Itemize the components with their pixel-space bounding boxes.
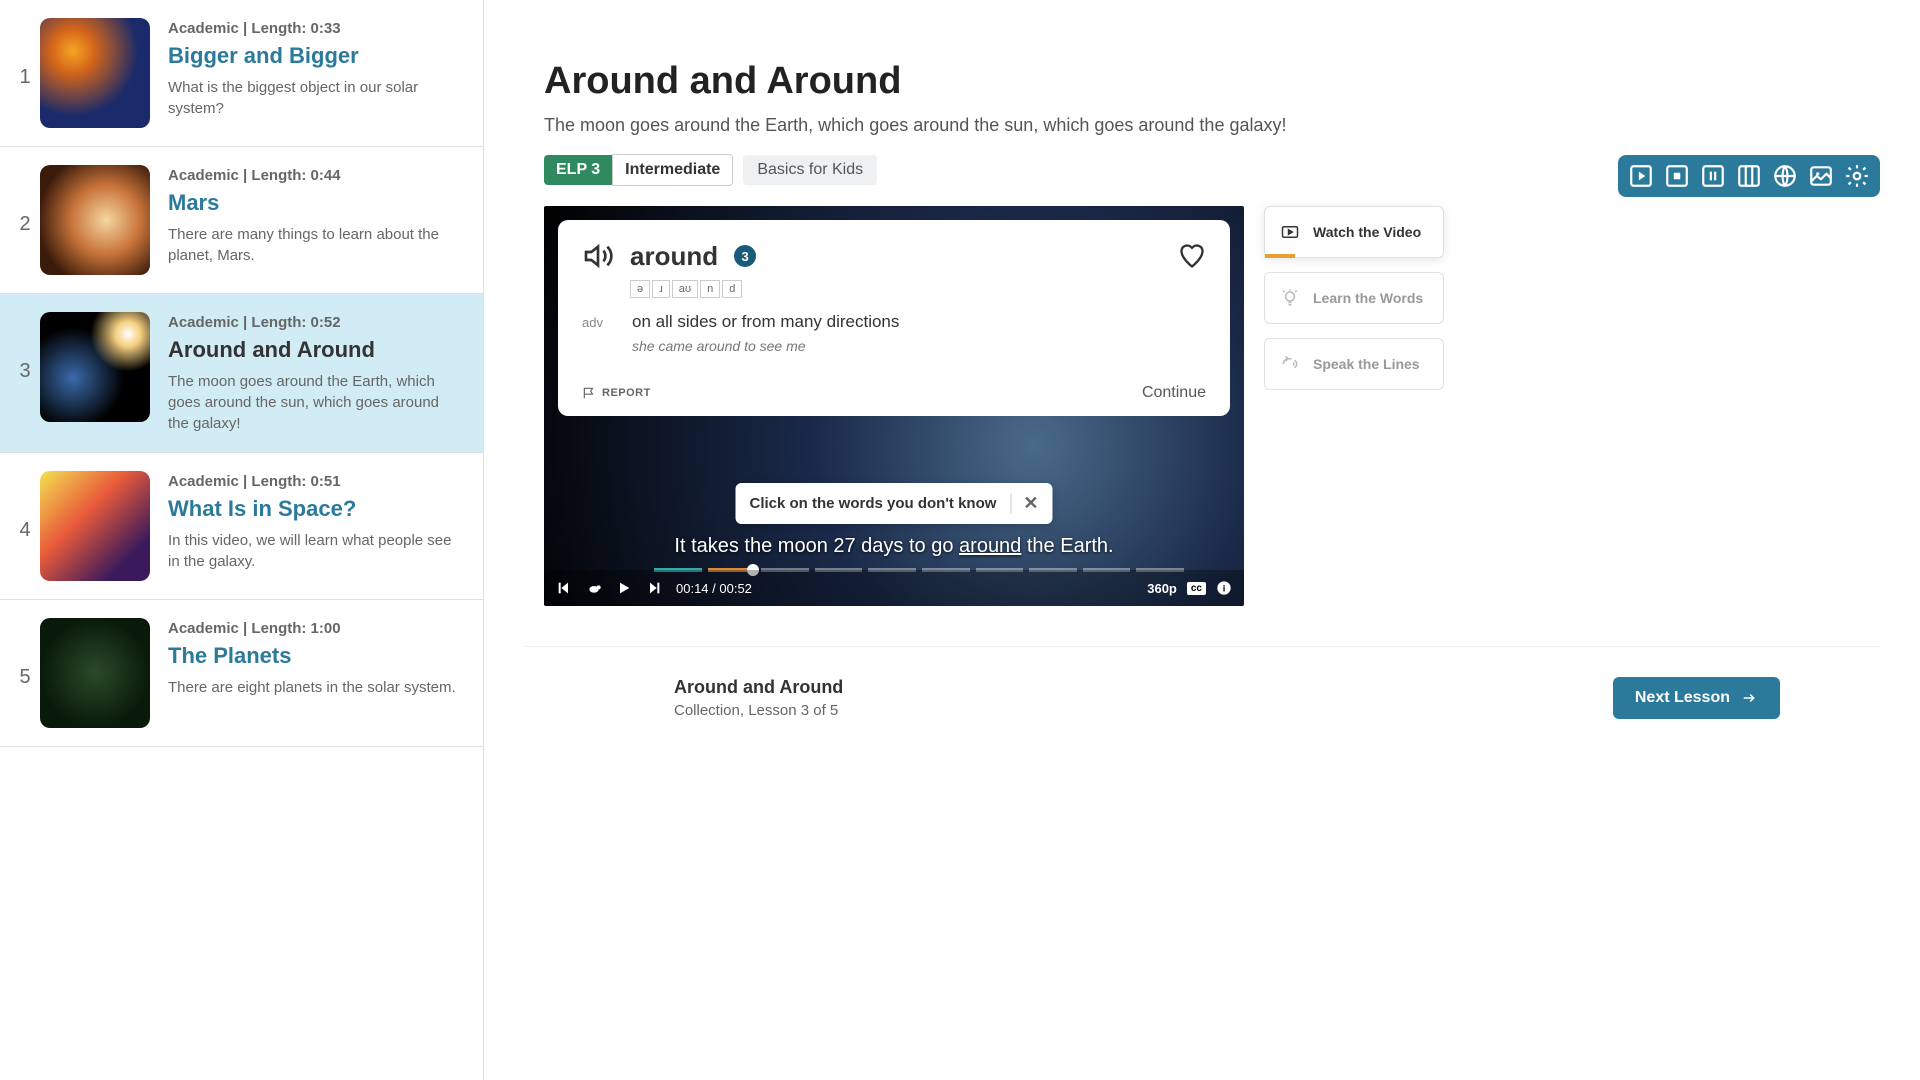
lesson-footer: Around and Around Collection, Lesson 3 o… bbox=[524, 646, 1880, 749]
image-icon[interactable] bbox=[1808, 163, 1834, 189]
video-icon bbox=[1279, 223, 1301, 241]
word-text: around bbox=[630, 241, 718, 272]
lesson-number: 5 bbox=[10, 618, 40, 689]
globe-icon[interactable] bbox=[1772, 163, 1798, 189]
lesson-meta: Academic | Length: 0:44 bbox=[168, 167, 463, 184]
mode-label: Watch the Video bbox=[1313, 224, 1421, 240]
report-label: REPORT bbox=[602, 387, 651, 399]
speak-icon bbox=[1279, 355, 1301, 373]
cc-button[interactable]: cc bbox=[1187, 582, 1206, 595]
lightbulb-icon bbox=[1279, 289, 1301, 307]
video-toolbar bbox=[1618, 155, 1880, 197]
definition: on all sides or from many directions bbox=[632, 312, 899, 332]
lesson-number: 2 bbox=[10, 165, 40, 236]
lesson-description: In this video, we will learn what people… bbox=[168, 530, 463, 572]
hint-tooltip: Click on the words you don't know ✕ bbox=[735, 483, 1052, 524]
footer-subtitle: Collection, Lesson 3 of 5 bbox=[674, 702, 843, 719]
phonetic-char: n bbox=[700, 280, 720, 298]
category-badge[interactable]: Basics for Kids bbox=[743, 155, 877, 185]
lesson-thumbnail bbox=[40, 471, 150, 581]
stop-icon[interactable] bbox=[1664, 163, 1690, 189]
phonetic-char: d bbox=[722, 280, 742, 298]
lesson-thumbnail bbox=[40, 312, 150, 422]
page-title: Around and Around bbox=[544, 60, 1860, 103]
svg-text:i: i bbox=[1223, 583, 1226, 593]
lesson-title: What Is in Space? bbox=[168, 496, 463, 522]
lesson-title: The Planets bbox=[168, 643, 463, 669]
lesson-meta: Academic | Length: 1:00 bbox=[168, 620, 463, 637]
mode-learn-words[interactable]: Learn the Words bbox=[1264, 272, 1444, 324]
lesson-number: 3 bbox=[10, 312, 40, 383]
close-icon[interactable]: ✕ bbox=[1010, 493, 1038, 514]
continue-button[interactable]: Continue bbox=[1142, 384, 1206, 402]
example-sentence: she came around to see me bbox=[632, 338, 1206, 354]
lesson-item-3[interactable]: 3 Academic | Length: 0:52 Around and Aro… bbox=[0, 294, 483, 453]
video-player: around 3 ə ɹ aʊ n d adv bbox=[544, 206, 1244, 606]
lesson-description: There are eight planets in the solar sys… bbox=[168, 677, 463, 698]
lesson-sidebar: 1 Academic | Length: 0:33 Bigger and Big… bbox=[0, 0, 484, 1080]
lesson-number: 1 bbox=[10, 18, 40, 89]
lesson-meta: Academic | Length: 0:52 bbox=[168, 314, 463, 331]
phonetic-char: ə bbox=[630, 280, 650, 298]
video-time: 00:14 / 00:52 bbox=[676, 581, 752, 596]
next-icon[interactable] bbox=[646, 580, 662, 596]
info-icon[interactable]: i bbox=[1216, 580, 1232, 596]
lesson-title: Mars bbox=[168, 190, 463, 216]
lesson-description: The moon goes around the Earth, which go… bbox=[168, 371, 463, 434]
mode-watch-video[interactable]: Watch the Video bbox=[1264, 206, 1444, 258]
mode-label: Learn the Words bbox=[1313, 290, 1423, 306]
elp-badge: ELP 3 bbox=[544, 155, 612, 185]
phonetic-char: aʊ bbox=[672, 280, 698, 298]
lesson-item-4[interactable]: 4 Academic | Length: 0:51 What Is in Spa… bbox=[0, 453, 483, 600]
columns-icon[interactable] bbox=[1736, 163, 1762, 189]
lesson-item-1[interactable]: 1 Academic | Length: 0:33 Bigger and Big… bbox=[0, 0, 483, 147]
lesson-thumbnail bbox=[40, 618, 150, 728]
phonetics: ə ɹ aʊ n d bbox=[630, 280, 1206, 298]
turtle-icon[interactable] bbox=[586, 580, 602, 596]
lesson-title: Around and Around bbox=[168, 337, 463, 363]
lesson-meta: Academic | Length: 0:51 bbox=[168, 473, 463, 490]
report-button[interactable]: REPORT bbox=[582, 386, 651, 400]
lesson-item-2[interactable]: 2 Academic | Length: 0:44 Mars There are… bbox=[0, 147, 483, 294]
lesson-thumbnail bbox=[40, 165, 150, 275]
pause-icon[interactable] bbox=[1700, 163, 1726, 189]
page-subtitle: The moon goes around the Earth, which go… bbox=[544, 115, 1860, 136]
lesson-thumbnail bbox=[40, 18, 150, 128]
next-lesson-button[interactable]: Next Lesson bbox=[1613, 677, 1780, 719]
video-caption[interactable]: It takes the moon 27 days to go around t… bbox=[544, 535, 1244, 558]
level-badge: Intermediate bbox=[612, 154, 733, 186]
lesson-description: What is the biggest object in our solar … bbox=[168, 77, 463, 119]
audio-icon[interactable] bbox=[582, 240, 614, 272]
mode-label: Speak the Lines bbox=[1313, 356, 1420, 372]
prev-icon[interactable] bbox=[556, 580, 572, 596]
lesson-item-5[interactable]: 5 Academic | Length: 1:00 The Planets Th… bbox=[0, 600, 483, 747]
lesson-number: 4 bbox=[10, 471, 40, 542]
flag-icon bbox=[582, 386, 596, 400]
gear-icon[interactable] bbox=[1844, 163, 1870, 189]
play-icon[interactable] bbox=[1628, 163, 1654, 189]
phonetic-char: ɹ bbox=[652, 280, 670, 298]
arrow-right-icon bbox=[1740, 691, 1758, 705]
footer-title: Around and Around bbox=[674, 677, 843, 698]
main-content: Around and Around The moon goes around t… bbox=[484, 0, 1920, 1080]
play-icon[interactable] bbox=[616, 580, 632, 596]
lesson-meta: Academic | Length: 0:33 bbox=[168, 20, 463, 37]
lesson-title: Bigger and Bigger bbox=[168, 43, 463, 69]
tooltip-text: Click on the words you don't know bbox=[749, 495, 996, 512]
lesson-description: There are many things to learn about the… bbox=[168, 224, 463, 266]
part-of-speech: adv bbox=[582, 312, 612, 332]
highlighted-word[interactable]: around bbox=[959, 535, 1021, 557]
next-label: Next Lesson bbox=[1635, 689, 1730, 707]
word-count-badge: 3 bbox=[734, 245, 756, 267]
video-controls: 00:14 / 00:52 360p cc i bbox=[544, 570, 1244, 606]
mode-panel: Watch the Video Learn the Words Speak th… bbox=[1264, 206, 1444, 606]
quality-label[interactable]: 360p bbox=[1147, 581, 1177, 596]
vocabulary-card: around 3 ə ɹ aʊ n d adv bbox=[558, 220, 1230, 416]
heart-icon[interactable] bbox=[1178, 242, 1206, 270]
mode-speak-lines[interactable]: Speak the Lines bbox=[1264, 338, 1444, 390]
